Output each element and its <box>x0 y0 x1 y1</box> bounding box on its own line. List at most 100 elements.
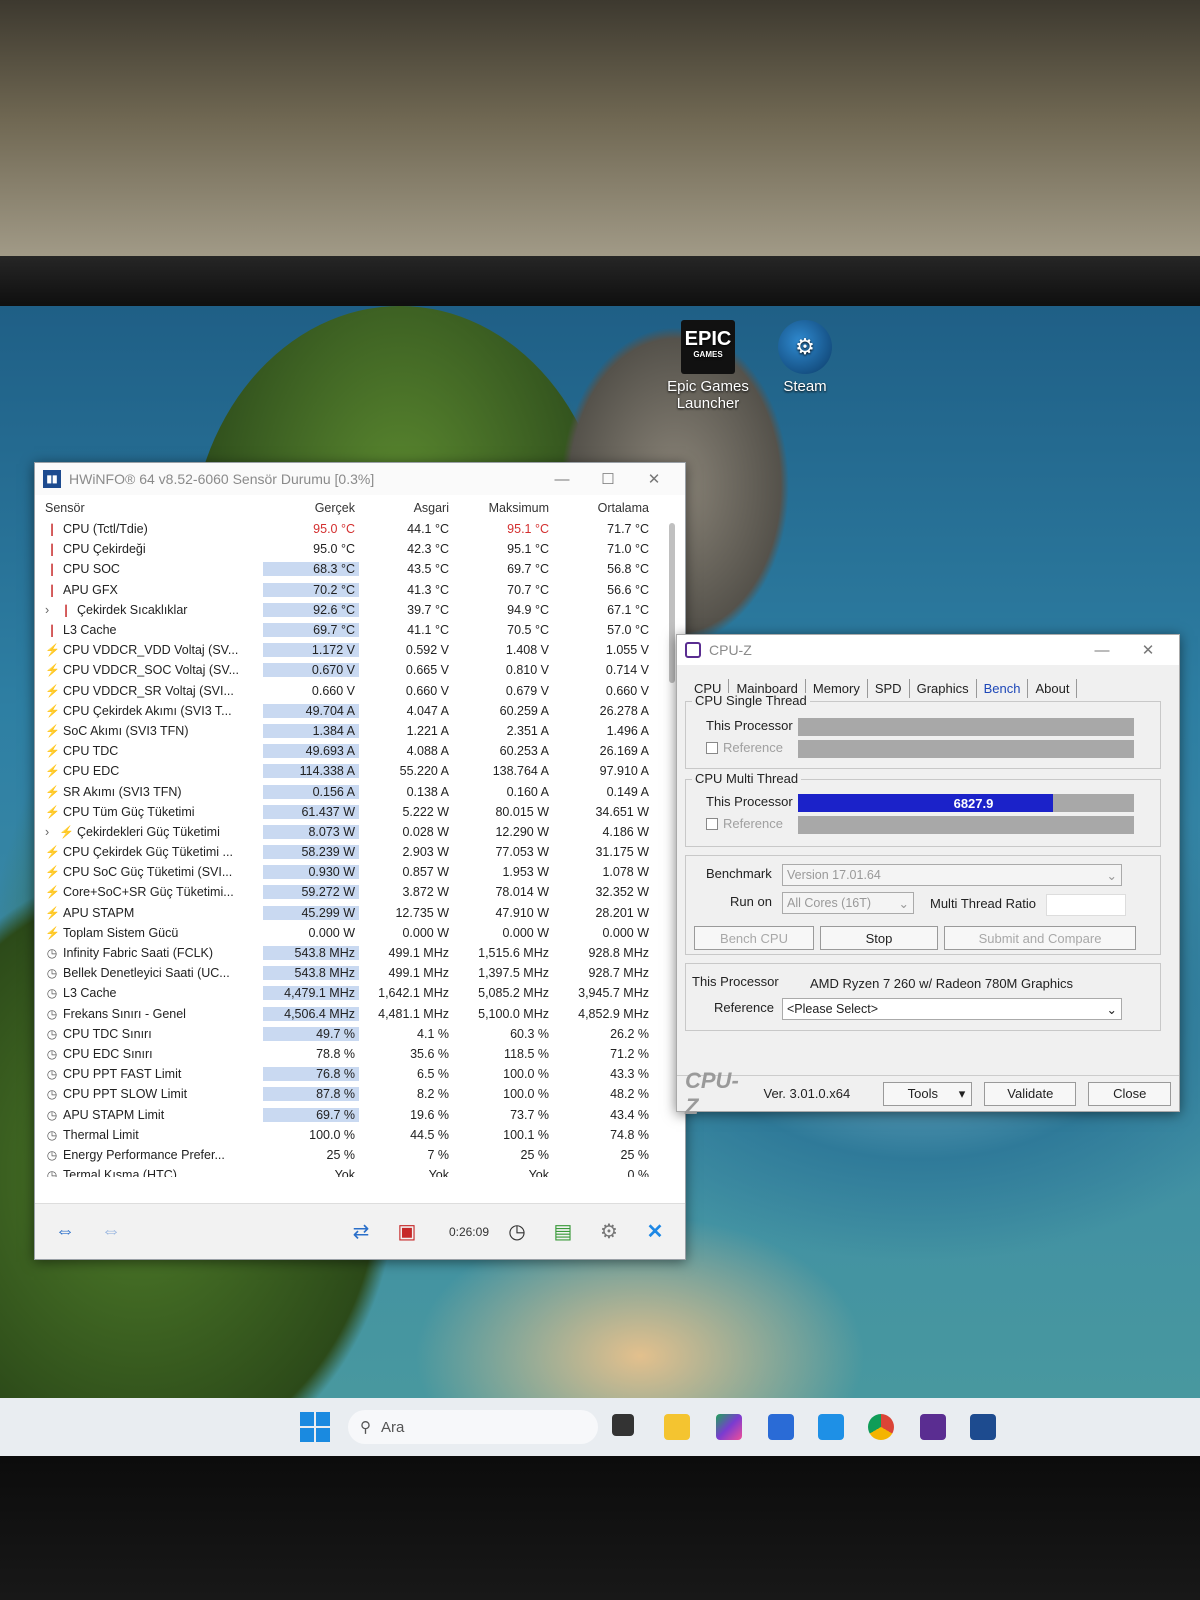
cpuz-close-button[interactable]: ✕ <box>1125 641 1171 659</box>
sensor-row[interactable]: ⚡ SoC Akımı (SVI3 TFN) 1.384 A 1.221 A 2.351… <box>39 721 667 741</box>
clock-icon[interactable]: ◷ <box>499 1214 535 1250</box>
tab-graphics[interactable]: Graphics <box>910 679 977 698</box>
single-thread-group: CPU Single Thread This Processor Referen… <box>685 693 1161 769</box>
sensor-row[interactable]: ⚡ SR Akımı (SVI3 TFN) 0.156 A 0.138 A 0.160 … <box>39 781 667 801</box>
sensor-row[interactable]: ⚡ CPU Tüm Güç Tüketimi 61.437 W 5.222 W 80.0… <box>39 802 667 822</box>
single-reference-checkbox[interactable]: Reference <box>706 740 783 755</box>
expand-chevron-icon[interactable]: › <box>45 603 55 617</box>
min-value-cell: 7 % <box>427 1147 449 1162</box>
close-sensors-icon[interactable]: ✕ <box>637 1214 673 1250</box>
minimize-button[interactable]: — <box>539 471 585 488</box>
current-value-cell: 543.8 MHz <box>263 946 359 961</box>
task-view-icon[interactable] <box>612 1414 634 1436</box>
min-value-cell: 55.220 A <box>399 764 449 779</box>
maximize-button[interactable]: ☐ <box>585 470 631 488</box>
log-file-icon[interactable]: ▤ <box>545 1214 581 1250</box>
hwinfo-titlebar[interactable]: ▮▮ HWiNFO® 64 v8.52-6060 Sensör Durumu [… <box>35 463 685 495</box>
tab-spd[interactable]: SPD <box>868 679 910 698</box>
chevron-down-icon: ⌄ <box>898 896 909 911</box>
sensor-row[interactable]: ❘ CPU Çekirdeği 95.0 °C 42.3 °C 95.1 °C 71.0 … <box>39 539 667 559</box>
file-explorer-icon[interactable] <box>664 1414 690 1440</box>
sensor-row[interactable]: ◷ Termal Kısma (HTC) Yok Yok Yok 0 % <box>39 1165 667 1177</box>
column-header-avg[interactable]: Ortalama <box>555 501 655 515</box>
sensor-row[interactable]: ◷ APU STAPM Limit 69.7 % 19.6 % 73.7 % 43.4 % <box>39 1104 667 1124</box>
scrollbar[interactable] <box>669 523 675 683</box>
bench-cpu-button[interactable]: Bench CPU <box>694 926 814 950</box>
clock-icon: ◷ <box>46 1087 58 1102</box>
column-header-current[interactable]: Gerçek <box>263 501 359 515</box>
close-button[interactable]: ✕ <box>631 470 677 488</box>
sensor-row[interactable]: ◷ CPU TDC Sınırı 49.7 % 4.1 % 60.3 % 26.2 % <box>39 1024 667 1044</box>
processor-name: AMD Ryzen 7 260 w/ Radeon 780M Graphics <box>810 976 1074 991</box>
sensor-name-cell: ◷ Bellek Denetleyici Saati (UC... <box>39 966 263 980</box>
cpu-chip-icon[interactable]: ▣ <box>389 1214 425 1250</box>
column-header-sensor[interactable]: Sensör <box>39 501 263 515</box>
sensor-name-cell: ◷ APU STAPM Limit <box>39 1108 263 1122</box>
expand-chevron-icon[interactable]: › <box>45 825 55 839</box>
sensor-row[interactable]: ◷ CPU PPT SLOW Limit 87.8 % 8.2 % 100.0 % 48.… <box>39 1084 667 1104</box>
cpuz-taskbar-icon[interactable] <box>920 1414 946 1440</box>
lightning-icon: ⚡ <box>45 703 60 718</box>
run-on-select[interactable]: All Cores (16T) ⌄ <box>782 892 914 914</box>
run-on-value: All Cores (16T) <box>787 896 872 910</box>
sensor-row[interactable]: ⚡ CPU Çekirdek Akımı (SVI3 T... 49.704 A 4.… <box>39 701 667 721</box>
sensor-row[interactable]: ⚡ APU STAPM 45.299 W 12.735 W 47.910 W 28.201… <box>39 903 667 923</box>
hwinfo-taskbar-icon[interactable] <box>970 1414 996 1440</box>
sensor-row[interactable]: ◷ CPU EDC Sınırı 78.8 % 35.6 % 118.5 % 71.2 % <box>39 1044 667 1064</box>
sensor-row[interactable]: ⚡ CPU Çekirdek Güç Tüketimi ... 58.239 W 2.… <box>39 842 667 862</box>
cpuz-minimize-button[interactable]: — <box>1079 642 1125 659</box>
column-header-max[interactable]: Maksimum <box>455 501 555 515</box>
benchmark-version-select[interactable]: Version 17.01.64 ⌄ <box>782 864 1122 886</box>
sensor-row[interactable]: ◷ CPU PPT FAST Limit 76.8 % 6.5 % 100.0 % 43.… <box>39 1064 667 1084</box>
sensor-row[interactable]: ⚡ CPU VDDCR_SOC Voltaj (SV... 0.670 V 0.665… <box>39 660 667 680</box>
sensor-row[interactable]: ⚡ CPU VDDCR_VDD Voltaj (SV... 1.172 V 0.592… <box>39 640 667 660</box>
multi-reference-checkbox[interactable]: Reference <box>706 816 783 831</box>
cpuz-titlebar[interactable]: CPU-Z — ✕ <box>677 635 1179 665</box>
close-cpuz-button[interactable]: Close <box>1088 1081 1171 1106</box>
arrows-expand-icon[interactable]: ⇔ <box>47 1214 83 1250</box>
validate-button[interactable]: Validate <box>984 1081 1077 1106</box>
tab-about[interactable]: About <box>1028 679 1078 698</box>
tools-button[interactable]: Tools ▾ <box>882 1081 973 1106</box>
arrows-collapse-icon[interactable]: ⇔ <box>93 1214 129 1250</box>
sensor-row[interactable]: ◷ Infinity Fabric Saati (FCLK) 543.8 MHz 49… <box>39 943 667 963</box>
network-icon[interactable]: ⇄ <box>343 1214 379 1250</box>
sensor-row[interactable]: › ❘ Çekirdek Sıcaklıklar 92.6 °C 39.7 °C 94.9… <box>39 600 667 620</box>
sensor-row[interactable]: ⚡ Toplam Sistem Gücü 0.000 W 0.000 W 0.000 W… <box>39 923 667 943</box>
tab-bench[interactable]: Bench <box>977 679 1029 698</box>
max-value-cell: 5,100.0 MHz <box>478 1006 549 1021</box>
sensor-row[interactable]: ❘ CPU SOC 68.3 °C 43.5 °C 69.7 °C 56.8 °C <box>39 559 667 579</box>
sensor-row[interactable]: ◷ Energy Performance Prefer... 25 % 7 % 25 %… <box>39 1145 667 1165</box>
microsoft-store-icon[interactable] <box>768 1414 794 1440</box>
sensor-row[interactable]: ⚡ CPU TDC 49.693 A 4.088 A 60.253 A 26.169 A <box>39 741 667 761</box>
tab-memory[interactable]: Memory <box>806 679 868 698</box>
max-value-cell: 100.0 % <box>503 1067 549 1082</box>
clock-icon: ◷ <box>46 966 58 981</box>
stop-button[interactable]: Stop <box>820 926 938 950</box>
mail-icon[interactable] <box>818 1414 844 1440</box>
sensor-row[interactable]: ❘ CPU (Tctl/Tdie) 95.0 °C 44.1 °C 95.1 °C 71.… <box>39 519 667 539</box>
sensor-row[interactable]: ◷ Bellek Denetleyici Saati (UC... 543.8 MH… <box>39 963 667 983</box>
sensor-row[interactable]: › ⚡ Çekirdekleri Güç Tüketimi 8.073 W 0.028 … <box>39 822 667 842</box>
sensor-row[interactable]: ◷ Frekans Sınırı - Genel 4,506.4 MHz 4,481.… <box>39 1004 667 1024</box>
settings-gear-icon[interactable]: ⚙ <box>591 1214 627 1250</box>
start-button-windows-icon[interactable] <box>300 1412 330 1442</box>
epic-games-desktop-icon[interactable]: EPIC GAMES Epic Games Launcher <box>663 320 753 412</box>
sensor-row[interactable]: ⚡ CPU EDC 114.338 A 55.220 A 138.764 A 97.910… <box>39 761 667 781</box>
copilot-icon[interactable] <box>716 1414 742 1440</box>
sensor-row[interactable]: ⚡ CPU VDDCR_SR Voltaj (SVI... 0.660 V 0.660… <box>39 681 667 701</box>
benchmark-label: Benchmark <box>706 866 772 881</box>
sensor-row[interactable]: ◷ L3 Cache 4,479.1 MHz 1,642.1 MHz 5,085.2 M… <box>39 983 667 1003</box>
reference-select[interactable]: <Please Select> ⌄ <box>782 998 1122 1020</box>
sensor-row[interactable]: ⚡ Core+SoC+SR Güç Tüketimi... 59.272 W 3.87… <box>39 882 667 902</box>
sensor-row[interactable]: ⚡ CPU SoC Güç Tüketimi (SVI... 0.930 W 0.85… <box>39 862 667 882</box>
taskbar-search-box[interactable]: ⚲ Ara <box>348 1410 598 1444</box>
column-header-min[interactable]: Asgari <box>359 501 455 515</box>
steam-desktop-icon[interactable]: ⚙ Steam <box>760 320 850 395</box>
lightning-icon: ⚡ <box>45 764 60 779</box>
submit-compare-button[interactable]: Submit and Compare <box>944 926 1136 950</box>
sensor-row[interactable]: ❘ L3 Cache 69.7 °C 41.1 °C 70.5 °C 57.0 °C <box>39 620 667 640</box>
sensor-row[interactable]: ◷ Thermal Limit 100.0 % 44.5 % 100.1 % 74.8 % <box>39 1125 667 1145</box>
chrome-icon[interactable] <box>868 1414 894 1440</box>
sensor-row[interactable]: ❘ APU GFX 70.2 °C 41.3 °C 70.7 °C 56.6 °C <box>39 580 667 600</box>
